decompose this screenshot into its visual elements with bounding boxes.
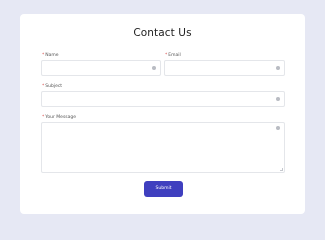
info-circle-icon (276, 97, 280, 101)
info-circle-icon (276, 66, 280, 70)
name-label: *Name (42, 53, 59, 59)
info-circle-icon (152, 66, 156, 70)
message-label: *Your Message (42, 115, 76, 121)
submit-button[interactable]: Submit (144, 181, 183, 197)
subject-input[interactable] (41, 91, 285, 107)
subject-label: *Subject (42, 84, 62, 90)
name-input[interactable] (41, 60, 161, 76)
email-label-text: Email (168, 53, 181, 58)
info-circle-icon (276, 126, 280, 130)
page-title: Contact Us (133, 27, 192, 39)
email-input[interactable] (164, 60, 285, 76)
message-textarea[interactable] (41, 122, 285, 173)
required-marker: * (42, 115, 45, 120)
required-marker: * (42, 84, 45, 89)
resize-grip-icon[interactable] (280, 168, 283, 171)
contact-form-card: Contact Us *Name *Email *Subject *Your M… (20, 14, 305, 214)
required-marker: * (42, 53, 45, 58)
email-label: *Email (165, 53, 181, 59)
required-marker: * (165, 53, 168, 58)
message-label-text: Your Message (45, 115, 77, 120)
name-label-text: Name (45, 53, 59, 58)
subject-label-text: Subject (45, 84, 63, 89)
